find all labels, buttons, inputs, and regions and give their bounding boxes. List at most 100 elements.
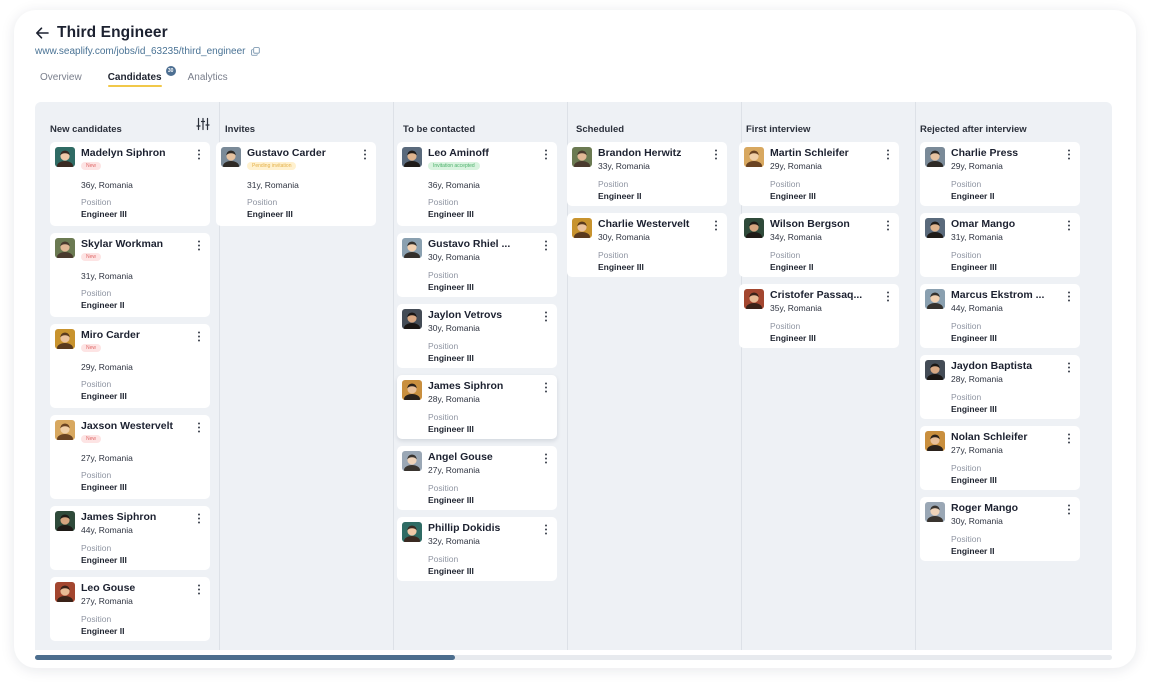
candidate-avatar <box>221 147 241 167</box>
candidate-name: James Siphron <box>428 380 504 392</box>
candidate-card[interactable]: Cristofer Passaq... 35y, Romania Position E… <box>739 284 899 348</box>
candidate-card[interactable]: Phillip Dokidis 32y, Romania Position Engin… <box>397 517 557 581</box>
position-label: Position <box>770 179 801 189</box>
candidate-name: Cristofer Passaq... <box>770 289 863 301</box>
candidate-card[interactable]: Skylar Workman New 31y, Romania Position Eng… <box>50 233 210 317</box>
position-value: Engineer III <box>951 333 997 343</box>
position-label: Position <box>428 554 459 564</box>
more-options-icon[interactable] <box>544 240 548 251</box>
candidate-name: Gustavo Carder <box>247 147 326 159</box>
candidate-card[interactable]: James Siphron 28y, Romania Position Enginee… <box>397 375 557 439</box>
candidate-avatar <box>55 147 75 167</box>
job-url-link[interactable]: www.seaplify.com/jobs/id_63235/third_eng… <box>35 46 246 57</box>
column-new-candidates: New candidates Madelyn Siphron New 36y, Rom… <box>50 102 210 650</box>
position-value: Engineer III <box>247 209 293 219</box>
more-options-icon[interactable] <box>544 311 548 322</box>
candidate-age-location: 32y, Romania <box>428 536 480 546</box>
candidate-age-location: 30y, Romania <box>598 232 650 242</box>
candidate-card[interactable]: Nolan Schleifer 27y, Romania Position Engin… <box>920 426 1080 490</box>
candidate-avatar <box>572 218 592 238</box>
candidate-card[interactable]: Martin Schleifer 29y, Romania Position Engi… <box>739 142 899 206</box>
candidate-name: Leo Gouse <box>81 582 136 594</box>
candidate-card[interactable]: Charlie Press 29y, Romania Position Enginee… <box>920 142 1080 206</box>
candidate-card[interactable]: Charlie Westervelt 30y, Romania Position En… <box>567 213 727 277</box>
more-options-icon[interactable] <box>544 453 548 464</box>
column-title: Scheduled <box>576 124 625 135</box>
candidate-card[interactable]: Leo Gouse 27y, Romania Position Engineer II <box>50 577 210 641</box>
more-options-icon[interactable] <box>363 149 367 160</box>
more-options-icon[interactable] <box>1067 220 1071 231</box>
more-options-icon[interactable] <box>197 422 201 433</box>
tab-candidates[interactable]: Candidates 30 <box>107 66 176 87</box>
position-label: Position <box>428 270 459 280</box>
candidate-card[interactable]: Brandon Herwitz 33y, Romania Position Engin… <box>567 142 727 206</box>
more-options-icon[interactable] <box>714 149 718 160</box>
candidate-card[interactable]: Leo Aminoff Invitation accepted 36y, Roman… <box>397 142 557 226</box>
more-options-icon[interactable] <box>197 331 201 342</box>
candidate-name: Jaylon Vetrovs <box>428 309 503 321</box>
candidate-card[interactable]: Roger Mango 30y, Romania Position Engineer … <box>920 497 1080 561</box>
candidate-age-location: 35y, Romania <box>770 303 822 313</box>
candidate-card[interactable]: Miro Carder New 29y, Romania Position Engine… <box>50 324 210 408</box>
column-header: Rejected after interview <box>920 119 1080 135</box>
position-label: Position <box>81 288 112 298</box>
tab-overview[interactable]: Overview <box>40 72 82 87</box>
horizontal-scrollbar[interactable] <box>35 655 1112 660</box>
back-arrow-icon[interactable] <box>35 26 49 40</box>
candidate-avatar <box>744 289 764 309</box>
more-options-icon[interactable] <box>544 382 548 393</box>
position-value: Engineer III <box>81 482 127 492</box>
candidate-card[interactable]: Wilson Bergson 34y, Romania Position Engine… <box>739 213 899 277</box>
more-options-icon[interactable] <box>1067 291 1071 302</box>
candidate-avatar <box>402 380 422 400</box>
more-options-icon[interactable] <box>714 220 718 231</box>
more-options-icon[interactable] <box>197 240 201 251</box>
position-value: Engineer II <box>951 546 995 556</box>
more-options-icon[interactable] <box>1067 149 1071 160</box>
candidate-avatar <box>402 309 422 329</box>
position-label: Position <box>428 341 459 351</box>
candidate-card[interactable]: Jaydon Baptista 28y, Romania Position Engin… <box>920 355 1080 419</box>
more-options-icon[interactable] <box>1067 362 1071 373</box>
copy-icon[interactable] <box>250 47 260 56</box>
candidate-avatar <box>925 360 945 380</box>
position-label: Position <box>428 483 459 493</box>
candidate-card[interactable]: James Siphron 44y, Romania Position Enginee… <box>50 506 210 570</box>
candidate-card[interactable]: Omar Mango 31y, Romania Position Engineer I… <box>920 213 1080 277</box>
more-options-icon[interactable] <box>544 524 548 535</box>
position-value: Engineer III <box>428 282 474 292</box>
filter-sliders-icon[interactable] <box>196 117 210 131</box>
candidate-card[interactable]: Jaxson Westervelt New 27y, Romania Position… <box>50 415 210 499</box>
more-options-icon[interactable] <box>544 149 548 160</box>
position-label: Position <box>247 197 278 207</box>
candidate-card[interactable]: Angel Gouse 27y, Romania Position Engineer … <box>397 446 557 510</box>
candidate-avatar <box>55 511 75 531</box>
position-label: Position <box>951 179 982 189</box>
candidate-avatar <box>402 522 422 542</box>
more-options-icon[interactable] <box>197 149 201 160</box>
position-label: Position <box>770 321 801 331</box>
position-label: Position <box>81 197 112 207</box>
candidate-card[interactable]: Marcus Ekstrom ... 44y, Romania Position En… <box>920 284 1080 348</box>
candidate-card[interactable]: Gustavo Carder Pending invitation 31y, Rom… <box>216 142 376 226</box>
scrollbar-thumb[interactable] <box>35 655 455 660</box>
more-options-icon[interactable] <box>1067 504 1071 515</box>
candidate-card[interactable]: Jaylon Vetrovs 30y, Romania Position Engine… <box>397 304 557 368</box>
tab-analytics[interactable]: Analytics <box>188 72 228 87</box>
candidate-age-location: 31y, Romania <box>247 180 299 190</box>
column-first-interview: First interview Martin Schleifer 29y, Roma… <box>739 102 906 650</box>
more-options-icon[interactable] <box>197 584 201 595</box>
more-options-icon[interactable] <box>886 220 890 231</box>
more-options-icon[interactable] <box>886 291 890 302</box>
candidate-age-location: 34y, Romania <box>770 232 822 242</box>
more-options-icon[interactable] <box>1067 433 1071 444</box>
tab-candidates-label: Candidates <box>107 72 162 83</box>
more-options-icon[interactable] <box>886 149 890 160</box>
position-value: Engineer III <box>81 555 127 565</box>
candidate-name: Angel Gouse <box>428 451 493 463</box>
candidate-card[interactable]: Madelyn Siphron New 36y, Romania Position En… <box>50 142 210 226</box>
more-options-icon[interactable] <box>197 513 201 524</box>
candidate-card[interactable]: Gustavo Rhiel ... 30y, Romania Position Eng… <box>397 233 557 297</box>
candidate-name: Jaydon Baptista <box>951 360 1033 372</box>
candidate-age-location: 27y, Romania <box>81 453 133 463</box>
